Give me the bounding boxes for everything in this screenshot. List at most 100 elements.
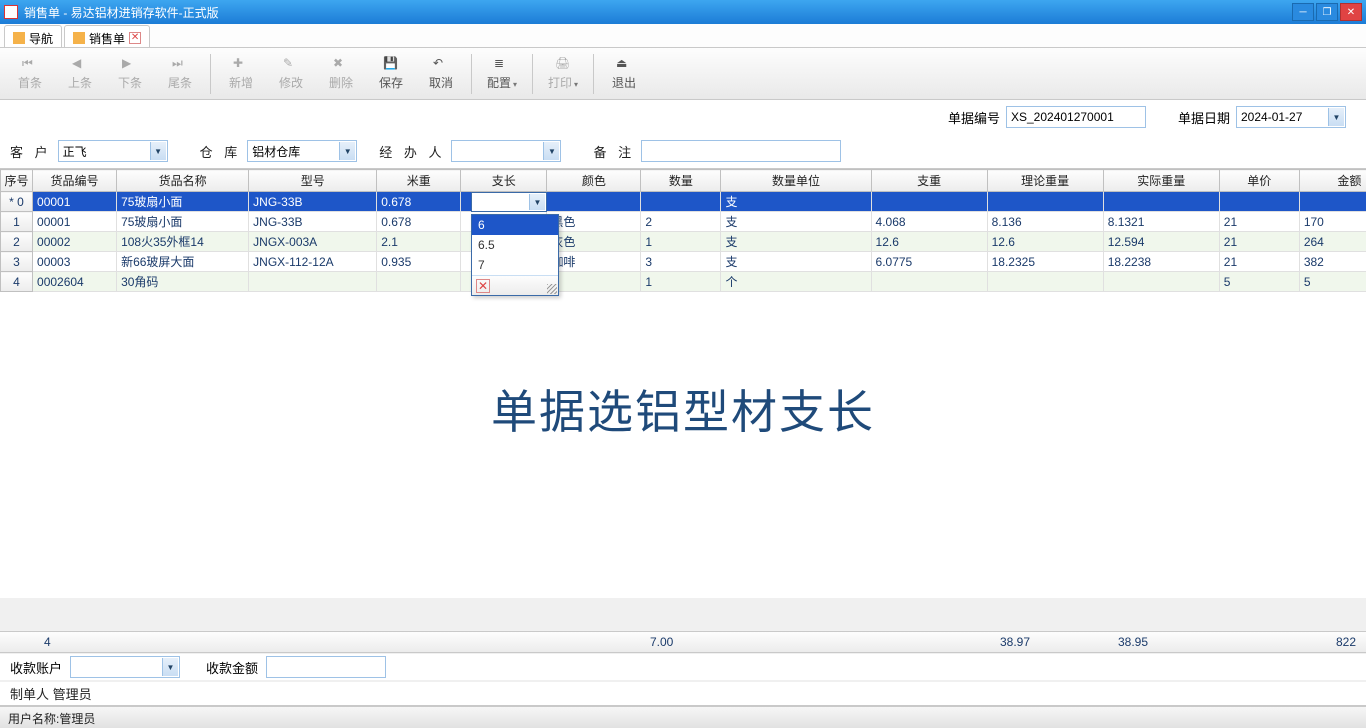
row-header[interactable]: 2 <box>1 232 33 252</box>
config-button[interactable]: 配置 <box>478 51 526 97</box>
row-header[interactable]: * 0 <box>1 192 33 212</box>
cell[interactable]: 00002 <box>33 232 117 252</box>
cell[interactable]: 264 <box>1299 232 1366 252</box>
dropdown-option[interactable]: 6 <box>472 215 558 235</box>
cell[interactable]: 0002604 <box>33 272 117 292</box>
row-header[interactable]: 4 <box>1 272 33 292</box>
cell[interactable]: 108火35外框14 <box>117 232 249 252</box>
cell[interactable]: 黑色 <box>547 212 641 232</box>
cell[interactable]: 1 <box>641 272 721 292</box>
bill-date-picker[interactable]: 2024-01-27 ▼ <box>1236 106 1346 128</box>
column-header[interactable]: 序号 <box>1 170 33 192</box>
save-button[interactable]: 保存 <box>367 51 415 97</box>
table-row[interactable]: 10000175玻扇小面JNG-33B0.678黑色2支4.0688.1368.… <box>1 212 1366 232</box>
cell[interactable] <box>1103 192 1219 212</box>
chevron-down-icon[interactable]: ▼ <box>150 142 166 160</box>
column-header[interactable]: 数量单位 <box>721 170 871 192</box>
length-cell-combo[interactable]: ▼ <box>471 192 547 212</box>
row-header[interactable]: 3 <box>1 252 33 272</box>
new-button[interactable]: 新增 <box>217 51 265 97</box>
cell[interactable]: 00001 <box>33 192 117 212</box>
cell[interactable]: 12.594 <box>1103 232 1219 252</box>
table-row[interactable]: 4000260430角码 1个 55 <box>1 272 1366 292</box>
cell[interactable] <box>1219 192 1299 212</box>
cell[interactable]: 4.068 <box>871 212 987 232</box>
cell[interactable]: 咖啡 <box>547 252 641 272</box>
cell[interactable]: 2.1 <box>377 232 461 252</box>
cell[interactable]: 1 <box>641 232 721 252</box>
cell[interactable]: 0.678 <box>377 192 461 212</box>
column-header[interactable]: 货品编号 <box>33 170 117 192</box>
maximize-button[interactable]: ❐ <box>1316 3 1338 21</box>
prev-button[interactable]: 上条 <box>56 51 104 97</box>
cell[interactable] <box>871 192 987 212</box>
account-combo[interactable]: ▼ <box>70 656 180 678</box>
cell[interactable]: 00003 <box>33 252 117 272</box>
cell[interactable]: 新66玻屏大面 <box>117 252 249 272</box>
edit-button[interactable]: 修改 <box>267 51 315 97</box>
cell[interactable] <box>987 192 1103 212</box>
print-button[interactable]: 打印 <box>539 51 587 97</box>
cell[interactable]: 21 <box>1219 252 1299 272</box>
cell[interactable]: 3 <box>641 252 721 272</box>
tab-sales[interactable]: 销售单 ✕ <box>64 25 150 47</box>
cell[interactable]: 18.2325 <box>987 252 1103 272</box>
cell[interactable]: 12.6 <box>871 232 987 252</box>
cell[interactable]: 支 <box>721 192 871 212</box>
cell[interactable]: 382 <box>1299 252 1366 272</box>
column-header[interactable]: 颜色 <box>547 170 641 192</box>
chevron-down-icon[interactable]: ▼ <box>543 142 559 160</box>
column-header[interactable]: 金额 <box>1299 170 1366 192</box>
cell[interactable]: 0.935 <box>377 252 461 272</box>
dropdown-option[interactable]: 7 <box>472 255 558 275</box>
bill-no-input[interactable] <box>1006 106 1146 128</box>
cell[interactable]: 75玻扇小面 <box>117 212 249 232</box>
table-row[interactable]: * 00000175玻扇小面JNG-33B0.678 支 <box>1 192 1366 212</box>
column-header[interactable]: 支重 <box>871 170 987 192</box>
cancel-button[interactable]: 取消 <box>417 51 465 97</box>
cell[interactable]: 170 <box>1299 212 1366 232</box>
cell[interactable]: 支 <box>721 232 871 252</box>
cell[interactable]: 灰色 <box>547 232 641 252</box>
cell[interactable]: 6.0775 <box>871 252 987 272</box>
column-header[interactable]: 型号 <box>249 170 377 192</box>
cell[interactable] <box>377 272 461 292</box>
remark-input[interactable] <box>641 140 841 162</box>
cell[interactable]: JNGX-112-12A <box>249 252 377 272</box>
minimize-button[interactable]: ─ <box>1292 3 1314 21</box>
cell[interactable]: 0.678 <box>377 212 461 232</box>
cell[interactable]: 8.136 <box>987 212 1103 232</box>
cell[interactable]: 30角码 <box>117 272 249 292</box>
exit-button[interactable]: 退出 <box>600 51 648 97</box>
pay-amount-input[interactable] <box>266 656 386 678</box>
cell[interactable] <box>547 192 641 212</box>
calendar-dropdown-icon[interactable]: ▼ <box>1328 108 1344 126</box>
cell[interactable]: 00001 <box>33 212 117 232</box>
column-header[interactable]: 米重 <box>377 170 461 192</box>
column-header[interactable]: 实际重量 <box>1103 170 1219 192</box>
cell[interactable] <box>987 272 1103 292</box>
next-button[interactable]: 下条 <box>106 51 154 97</box>
cell[interactable]: JNG-33B <box>249 212 377 232</box>
resize-handle-icon[interactable] <box>547 284 557 294</box>
customer-combo[interactable]: 正飞 ▼ <box>58 140 168 162</box>
cell[interactable]: 个 <box>721 272 871 292</box>
column-header[interactable]: 货品名称 <box>117 170 249 192</box>
column-header[interactable]: 支长 <box>461 170 547 192</box>
cell[interactable] <box>547 272 641 292</box>
warehouse-combo[interactable]: 铝材仓库 ▼ <box>247 140 357 162</box>
cell[interactable]: JNG-33B <box>249 192 377 212</box>
last-button[interactable]: 尾条 <box>156 51 204 97</box>
cell[interactable]: 5 <box>1299 272 1366 292</box>
tab-close-icon[interactable]: ✕ <box>129 32 141 44</box>
cell[interactable]: 5 <box>1219 272 1299 292</box>
dropdown-option[interactable]: 6.5 <box>472 235 558 255</box>
cell[interactable] <box>249 272 377 292</box>
chevron-down-icon[interactable]: ▼ <box>162 658 178 676</box>
cell[interactable]: 75玻扇小面 <box>117 192 249 212</box>
table-row[interactable]: 300003新66玻屏大面JNGX-112-12A0.935咖啡3支6.0775… <box>1 252 1366 272</box>
table-row[interactable]: 200002108火35外框14JNGX-003A2.1灰色1支12.612.6… <box>1 232 1366 252</box>
column-header[interactable]: 单价 <box>1219 170 1299 192</box>
cell[interactable] <box>641 192 721 212</box>
close-button[interactable]: ✕ <box>1340 3 1362 21</box>
